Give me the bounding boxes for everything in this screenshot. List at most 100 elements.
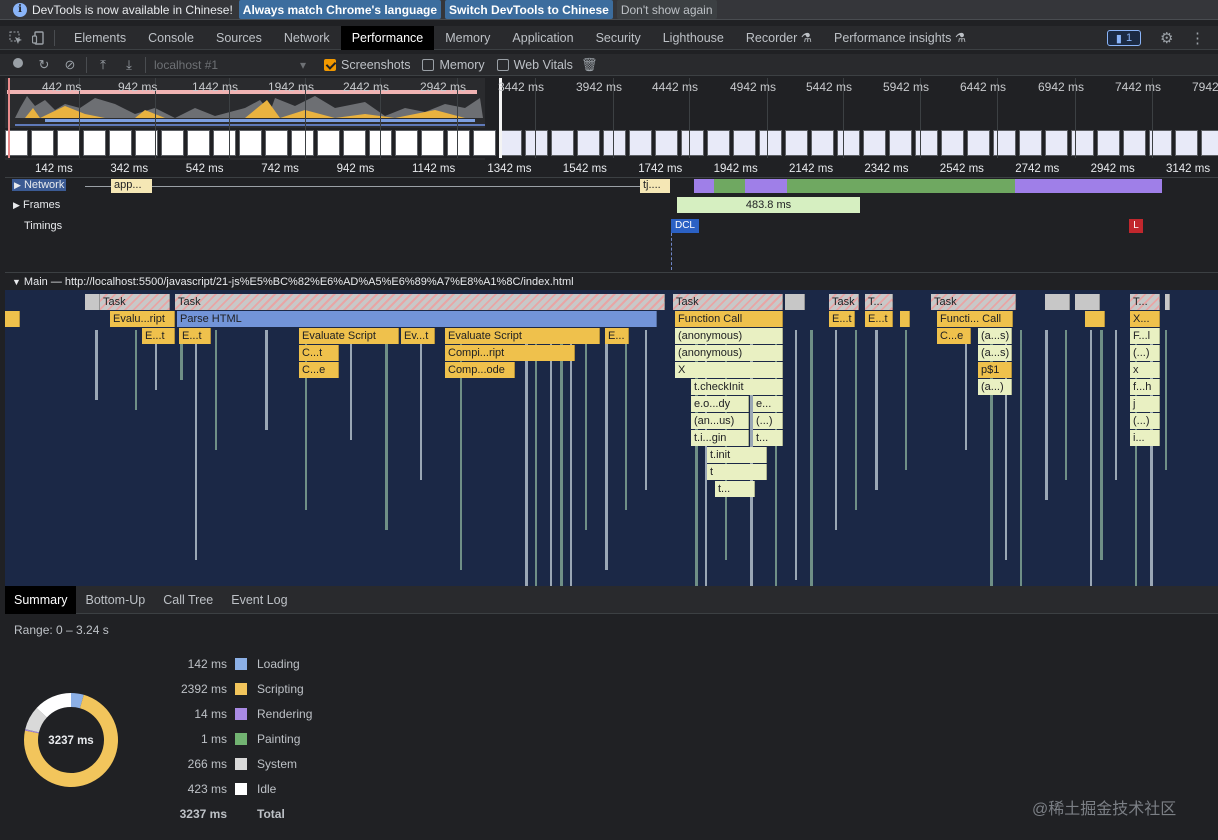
screenshot-thumbnail[interactable] — [473, 130, 496, 156]
dont-show-again-button[interactable]: Don't show again — [616, 0, 717, 19]
screenshot-thumbnail[interactable] — [83, 130, 106, 156]
call-frame-block[interactable]: Evaluate Script — [445, 328, 600, 344]
call-frame-block[interactable]: (a...s) — [978, 328, 1012, 344]
tab-application[interactable]: Application — [501, 26, 584, 50]
screenshot-thumbnail[interactable] — [213, 130, 236, 156]
screenshot-thumbnail[interactable] — [447, 130, 470, 156]
call-frame-block[interactable]: Parse HTML — [177, 311, 657, 327]
call-frame-block[interactable]: Ev...t — [401, 328, 435, 344]
network-activity-bar[interactable] — [694, 179, 714, 193]
call-frame-block[interactable]: F...l — [1130, 328, 1160, 344]
screenshot-thumbnail[interactable] — [577, 130, 600, 156]
call-frame-block[interactable]: X... — [1130, 311, 1160, 327]
screenshot-thumbnail[interactable] — [1201, 130, 1218, 156]
call-frame-block[interactable]: t.i...gin — [691, 430, 749, 446]
call-frame-block[interactable]: (an...us) — [691, 413, 749, 429]
task-block[interactable]: T... — [1130, 294, 1160, 310]
main-thread-header[interactable]: ▼ Main — http://localhost:5500/javascrip… — [5, 272, 1218, 290]
flame-stack-column[interactable] — [265, 330, 268, 430]
tab-memory[interactable]: Memory — [434, 26, 501, 50]
call-frame-block[interactable]: (anonymous) — [675, 328, 783, 344]
flame-stack-column[interactable] — [1045, 330, 1048, 500]
call-frame-block[interactable]: Functi... Call — [937, 311, 1013, 327]
web-vitals-check-box[interactable] — [496, 58, 509, 71]
more-options-icon[interactable]: ⋮ — [1190, 29, 1205, 47]
network-request[interactable]: app... — [111, 179, 152, 193]
flame-stack-column[interactable] — [835, 330, 837, 530]
flame-stack-column[interactable] — [560, 330, 563, 586]
screenshot-thumbnail[interactable] — [1175, 130, 1198, 156]
call-frame-block[interactable]: Evaluate Script — [299, 328, 399, 344]
call-frame-block[interactable]: x — [1130, 362, 1160, 378]
call-frame-block[interactable] — [5, 311, 20, 327]
details-tab-bottom-up[interactable]: Bottom-Up — [76, 586, 154, 614]
call-frame-block[interactable]: E...t — [179, 328, 211, 344]
flame-stack-column[interactable] — [525, 330, 528, 586]
flame-chart[interactable]: Task Task Task Task T... Task T... Evalu...ript… — [5, 290, 1218, 586]
screenshot-thumbnail[interactable] — [161, 130, 184, 156]
task-block[interactable]: Task — [931, 294, 1016, 310]
screenshot-thumbnail[interactable] — [57, 130, 80, 156]
flame-stack-column[interactable] — [420, 330, 422, 480]
trash-icon[interactable]: 🗑 — [581, 57, 598, 73]
tab-lighthouse[interactable]: Lighthouse — [652, 26, 735, 50]
call-frame-block[interactable]: e.o...dy — [691, 396, 749, 412]
screenshot-thumbnail[interactable] — [499, 130, 522, 156]
memory-check-box[interactable] — [422, 58, 435, 71]
call-frame-block[interactable]: E...t — [865, 311, 893, 327]
network-activity-bar[interactable] — [1015, 179, 1162, 193]
task-block[interactable]: Task — [673, 294, 783, 310]
call-frame-block[interactable]: p$1 — [978, 362, 1012, 378]
inspect-element-icon[interactable] — [9, 31, 23, 45]
flame-stack-column[interactable] — [645, 330, 647, 490]
flame-stack-column[interactable] — [195, 330, 197, 560]
screenshot-thumbnail[interactable] — [707, 130, 730, 156]
flame-stack-column[interactable] — [1065, 330, 1067, 480]
screenshot-thumbnail[interactable] — [109, 130, 132, 156]
screenshot-thumbnail[interactable] — [1123, 130, 1146, 156]
flame-stack-column[interactable] — [1020, 330, 1022, 586]
flame-stack-column[interactable] — [585, 330, 587, 530]
flame-stack-column[interactable] — [855, 330, 857, 510]
call-frame-block[interactable]: Compi...ript — [445, 345, 575, 361]
screenshot-thumbnail[interactable] — [265, 130, 288, 156]
call-frame-block[interactable]: X — [675, 362, 783, 378]
call-frame-block[interactable]: i... — [1130, 430, 1160, 446]
flame-stack-column[interactable] — [385, 330, 388, 530]
load-marker[interactable]: L — [1129, 219, 1143, 233]
call-frame-block[interactable]: (a...s) — [978, 345, 1012, 361]
tab-performance[interactable]: Performance insights ⚗ — [823, 26, 977, 50]
flame-stack-column[interactable] — [965, 330, 967, 450]
tab-security[interactable]: Security — [585, 26, 652, 50]
clear-icon[interactable]: ⊘ — [62, 57, 78, 73]
task-block[interactable] — [1075, 294, 1100, 310]
flame-stack-column[interactable] — [905, 330, 907, 470]
screenshot-thumbnail[interactable] — [759, 130, 782, 156]
screenshot-thumbnail[interactable] — [187, 130, 210, 156]
flame-stack-column[interactable] — [570, 330, 572, 586]
call-frame-block[interactable]: Function Call — [675, 311, 783, 327]
call-frame-block[interactable]: C...t — [299, 345, 339, 361]
call-frame-block[interactable]: (anonymous) — [675, 345, 783, 361]
call-frame-block[interactable]: E...t — [829, 311, 855, 327]
call-frame-block[interactable]: C...e — [937, 328, 971, 344]
tab-network[interactable]: Network — [273, 26, 341, 50]
flame-stack-column[interactable] — [875, 330, 878, 490]
call-frame-block[interactable]: Evalu...ript — [110, 311, 175, 327]
screenshot-thumbnail[interactable] — [31, 130, 54, 156]
screenshot-thumbnail[interactable] — [421, 130, 444, 156]
call-frame-block[interactable]: (...) — [753, 413, 783, 429]
load-profile-icon[interactable]: ⤒ — [95, 57, 111, 73]
flame-stack-column[interactable] — [1115, 330, 1117, 480]
screenshot-thumbnail[interactable] — [343, 130, 366, 156]
call-frame-block[interactable]: t... — [753, 430, 783, 446]
screenshot-thumbnail[interactable] — [603, 130, 626, 156]
call-frame-block[interactable]: t — [707, 464, 767, 480]
reload-record-icon[interactable]: ↻ — [36, 57, 52, 73]
screenshot-thumbnail[interactable] — [317, 130, 340, 156]
details-tab-event-log[interactable]: Event Log — [222, 586, 296, 614]
flame-stack-column[interactable] — [1090, 330, 1092, 586]
dcl-marker[interactable]: DCL — [671, 219, 699, 233]
flame-stack-column[interactable] — [1165, 330, 1167, 470]
screenshot-thumbnail[interactable] — [941, 130, 964, 156]
